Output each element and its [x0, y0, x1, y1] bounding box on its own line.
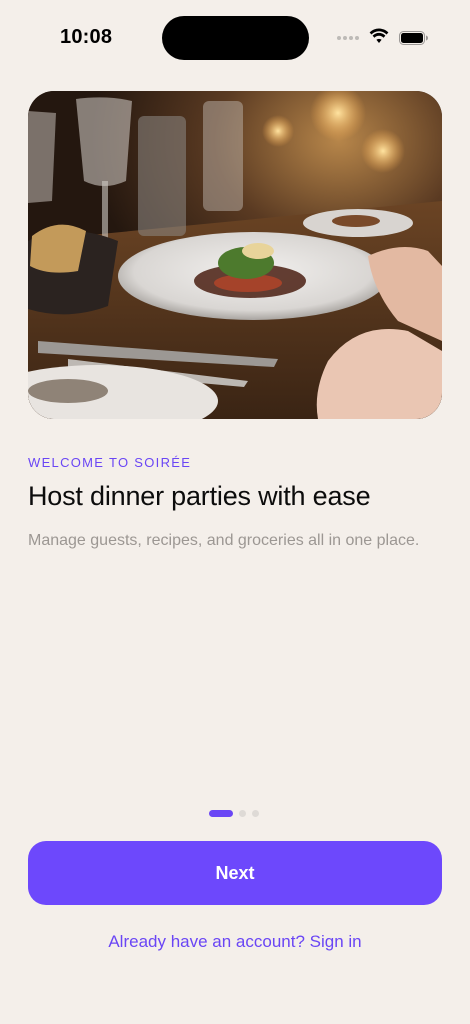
page-dot[interactable] [252, 810, 259, 817]
status-icons [337, 28, 429, 48]
battery-icon [399, 31, 429, 45]
next-button[interactable]: Next [28, 841, 442, 905]
onboarding-screen: 10:08 WELCOME TO SOIRÉE Host dinner part… [0, 0, 470, 1024]
onboarding-subtitle: Manage guests, recipes, and groceries al… [28, 532, 420, 549]
status-bar: 10:08 [0, 0, 470, 76]
onboarding-title: Host dinner parties with ease [28, 481, 371, 511]
hero-image [28, 91, 442, 419]
wifi-icon [369, 28, 389, 49]
page-dot[interactable] [239, 810, 246, 817]
page-indicator [209, 810, 259, 817]
signal-dots-icon [337, 36, 359, 40]
sign-in-link[interactable]: Already have an account? Sign in [0, 932, 470, 952]
dynamic-island [162, 16, 309, 60]
status-time: 10:08 [60, 26, 113, 48]
welcome-eyebrow: WELCOME TO SOIRÉE [28, 455, 192, 470]
page-dot-active[interactable] [209, 810, 233, 817]
